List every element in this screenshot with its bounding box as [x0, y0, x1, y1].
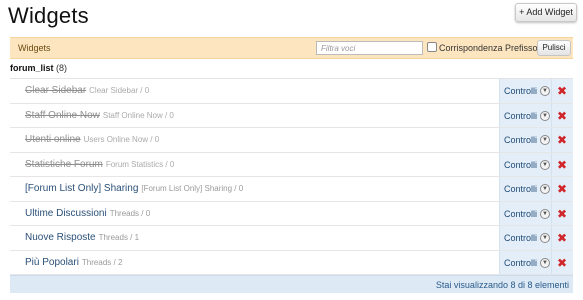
widget-row: Clear Sidebar Clear Sidebar / 0 Controlli ▼… — [10, 79, 573, 104]
widget-title-link[interactable]: [Forum List Only] Sharing [Forum List Onl… — [25, 183, 243, 194]
add-widget-button[interactable]: + Add Widget — [515, 3, 577, 22]
delete-button[interactable]: ✖ — [551, 226, 573, 250]
filter-input[interactable] — [316, 41, 423, 55]
widget-title-link[interactable]: Utenti online Users Online Now / 0 — [25, 134, 159, 145]
widget-description: Staff Online Now / 0 — [102, 110, 174, 120]
chevron-down-icon[interactable]: ▼ — [540, 257, 550, 268]
filter-bar-label: Widgets — [18, 43, 51, 53]
chevron-down-icon[interactable]: ▼ — [540, 233, 550, 243]
controls-label[interactable]: Controlli — [504, 135, 537, 145]
widget-name[interactable]: [Forum List Only] Sharing — [25, 183, 138, 194]
widget-title-link[interactable]: Clear Sidebar Clear Sidebar / 0 — [25, 85, 149, 96]
chevron-down-icon[interactable]: ▼ — [540, 86, 550, 96]
widget-name[interactable]: Clear Sidebar — [25, 85, 86, 96]
widget-row: Staff Online Now Staff Online Now / 0 Cont… — [10, 103, 573, 128]
delete-button[interactable]: ✖ — [551, 201, 573, 225]
prefix-match-label: Corrispondenza Prefisso — [439, 43, 538, 53]
controls-label[interactable]: Controlli — [504, 258, 537, 268]
controls-menu-button[interactable]: Controlli ▼ — [499, 103, 551, 127]
footer-status: Stai visualizzando 8 di 8 elementi — [435, 280, 569, 290]
widget-name[interactable]: Statistiche Forum — [25, 159, 103, 170]
delete-x-icon[interactable]: ✖ — [557, 84, 567, 98]
widget-row: Statistiche Forum Forum Statistics / 0 Con… — [10, 152, 573, 177]
delete-x-icon[interactable]: ✖ — [557, 207, 567, 221]
widget-description: Threads / 1 — [98, 233, 140, 242]
chevron-down-icon[interactable]: ▼ — [540, 208, 550, 219]
controls-menu-button[interactable]: Controlli ▼ — [499, 201, 551, 225]
controls-menu-button[interactable]: Controlli ▼ — [499, 250, 551, 274]
widget-name[interactable]: Più Popolari — [25, 257, 79, 268]
widget-row: Ultime Discussioni Threads / 0 Controlli ▼ ✖ — [10, 201, 573, 226]
widget-row: [Forum List Only] Sharing [Forum List Onl… — [10, 177, 573, 202]
delete-button[interactable]: ✖ — [551, 250, 573, 274]
controls-label[interactable]: Controlli — [504, 111, 537, 121]
widget-description: Threads / 0 — [109, 208, 151, 218]
widget-title-link[interactable]: Nuove Risposte Threads / 1 — [25, 232, 139, 243]
widget-description: [Forum List Only] Sharing / 0 — [141, 184, 244, 193]
chevron-down-icon[interactable]: ▼ — [540, 159, 550, 170]
widget-description: Forum Statistics / 0 — [105, 159, 175, 169]
list-footer: Stai visualizzando 8 di 8 elementi — [10, 275, 573, 293]
widget-row: Nuove Risposte Threads / 1 Controlli ▼ ✖ — [10, 226, 573, 251]
controls-label[interactable]: Controlli — [504, 184, 537, 194]
controls-label[interactable]: Controlli — [504, 233, 537, 243]
chevron-down-icon[interactable]: ▼ — [540, 110, 550, 121]
delete-button[interactable]: ✖ — [551, 79, 573, 103]
delete-x-icon[interactable]: ✖ — [557, 158, 567, 172]
delete-x-icon[interactable]: ✖ — [557, 231, 567, 245]
widget-title-link[interactable]: Più Popolari Threads / 2 — [25, 257, 122, 268]
widget-name[interactable]: Utenti online — [25, 134, 81, 145]
widget-description: Users Online Now / 0 — [83, 135, 160, 144]
controls-label[interactable]: Controlli — [504, 160, 537, 170]
widget-description: Threads / 2 — [81, 257, 123, 267]
widget-row: Utenti online Users Online Now / 0 Control… — [10, 128, 573, 153]
controls-label[interactable]: Controlli — [504, 86, 537, 96]
widget-list: Clear Sidebar Clear Sidebar / 0 Controlli ▼… — [10, 79, 573, 275]
chevron-down-icon[interactable]: ▼ — [540, 184, 550, 194]
controls-menu-button[interactable]: Controlli ▼ — [499, 128, 551, 152]
widget-title-link[interactable]: Ultime Discussioni Threads / 0 — [25, 208, 150, 219]
controls-menu-button[interactable]: Controlli ▼ — [499, 177, 551, 201]
widget-name[interactable]: Staff Online Now — [25, 110, 100, 121]
filter-bar: Widgets Corrispondenza Prefisso Pulisci — [10, 37, 573, 59]
delete-x-icon[interactable]: ✖ — [557, 256, 567, 270]
chevron-down-icon[interactable]: ▼ — [540, 135, 550, 145]
clear-filter-button[interactable]: Pulisci — [537, 40, 571, 56]
delete-button[interactable]: ✖ — [551, 128, 573, 152]
delete-button[interactable]: ✖ — [551, 152, 573, 176]
controls-menu-button[interactable]: Controlli ▼ — [499, 226, 551, 250]
delete-button[interactable]: ✖ — [551, 103, 573, 127]
delete-x-icon[interactable]: ✖ — [557, 133, 567, 147]
widget-row: Più Popolari Threads / 2 Controlli ▼ ✖ — [10, 250, 573, 275]
widget-name[interactable]: Nuove Risposte — [25, 232, 96, 243]
controls-label[interactable]: Controlli — [504, 209, 537, 219]
group-count: (8) — [56, 63, 68, 73]
delete-x-icon[interactable]: ✖ — [557, 109, 567, 123]
prefix-match-checkbox[interactable] — [427, 42, 437, 52]
widget-title-link[interactable]: Staff Online Now Staff Online Now / 0 — [25, 110, 174, 121]
group-header: forum_list (8) — [10, 63, 573, 79]
delete-x-icon[interactable]: ✖ — [557, 182, 567, 196]
page-title: Widgets — [8, 3, 89, 28]
controls-menu-button[interactable]: Controlli ▼ — [499, 79, 551, 103]
widget-title-link[interactable]: Statistiche Forum Forum Statistics / 0 — [25, 159, 174, 170]
group-name: forum_list — [10, 63, 54, 73]
controls-menu-button[interactable]: Controlli ▼ — [499, 152, 551, 176]
delete-button[interactable]: ✖ — [551, 177, 573, 201]
widget-name[interactable]: Ultime Discussioni — [25, 208, 107, 219]
widget-description: Clear Sidebar / 0 — [89, 86, 150, 95]
